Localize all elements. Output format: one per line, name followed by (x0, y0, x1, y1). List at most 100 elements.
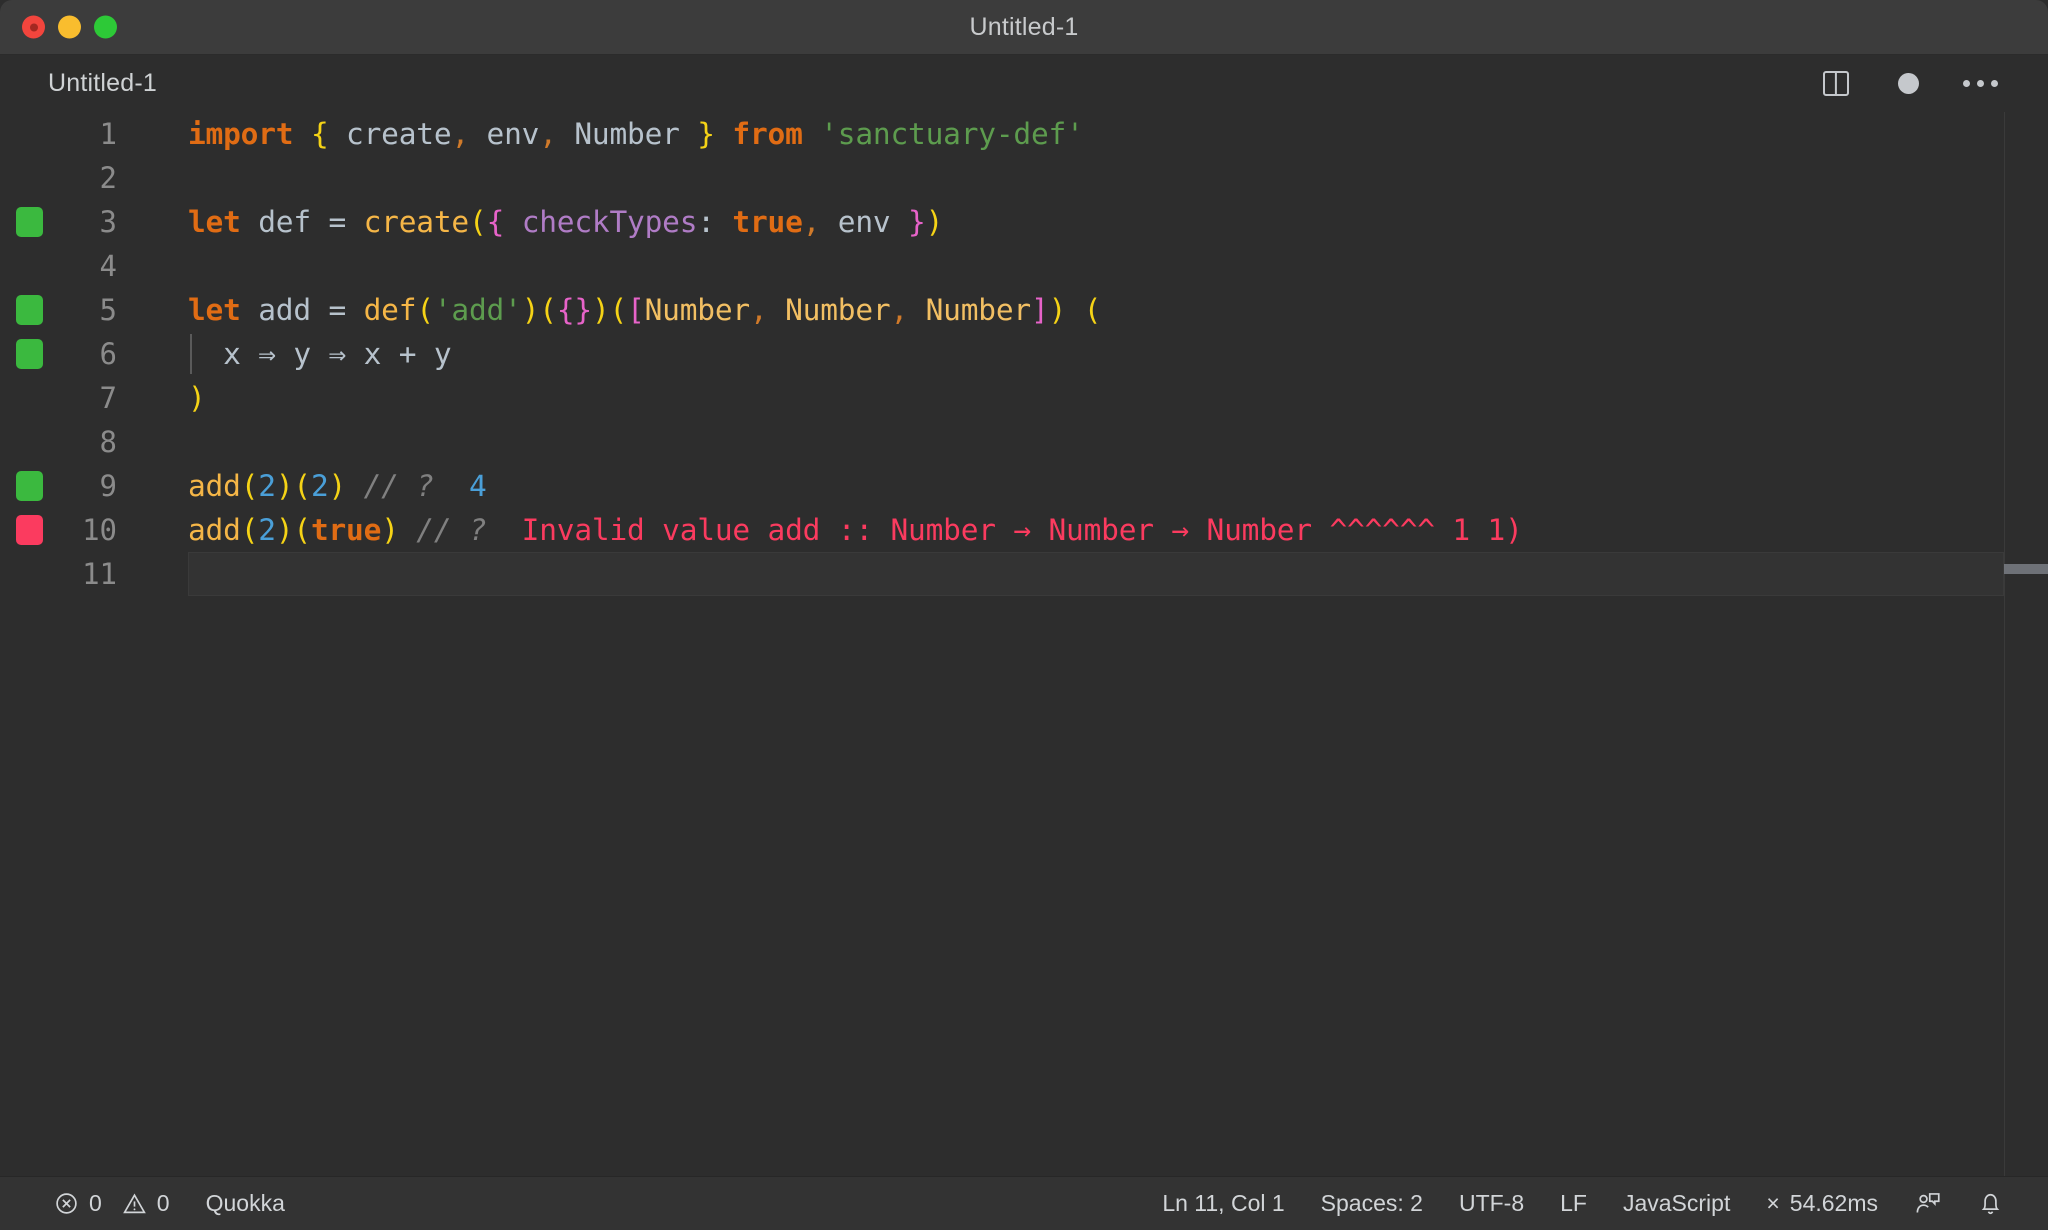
split-editor-button[interactable] (1816, 64, 1856, 104)
tab-untitled-1[interactable]: Untitled-1 (48, 69, 157, 98)
code-token: {} (556, 293, 592, 327)
scrollbar-slider[interactable] (2004, 564, 2048, 574)
code-token: ) (328, 469, 347, 503)
code-token: [ (627, 293, 645, 327)
quokka-timing-item[interactable]: × 54.62ms (1748, 1190, 1896, 1217)
code-line[interactable]: 11 (0, 552, 2048, 596)
code-token: ( (416, 293, 434, 327)
error-count: 0 (89, 1190, 102, 1216)
code-line[interactable]: 2 (0, 156, 2048, 200)
code-editor[interactable]: 1 import { create, env, Number } from 'sa… (0, 112, 2048, 1176)
warning-triangle-icon (122, 1191, 147, 1216)
eol-item[interactable]: LF (1542, 1190, 1605, 1217)
code-token: create (328, 117, 452, 151)
code-token: add (188, 469, 241, 503)
vscode-window: Untitled-1 Untitled-1 1 import { create, … (0, 0, 2048, 1230)
code-line-content[interactable]: let def = create({ checkTypes: true, env… (135, 200, 943, 244)
line-number: 1 (99, 117, 117, 151)
code-line-content[interactable]: let add = def('add')({})([Number, Number… (135, 288, 1101, 332)
close-window-button[interactable] (22, 15, 45, 39)
code-line[interactable]: 4 (0, 244, 2048, 288)
code-token: env (820, 205, 909, 239)
code-token: true (310, 513, 382, 547)
code-token: env (469, 117, 540, 151)
code-token: = (328, 293, 347, 327)
code-line[interactable]: 9 add(2)(2) // ? 4 (0, 464, 2048, 508)
code-line-content[interactable]: add(2)(true) // ? Invalid value add :: N… (135, 508, 1523, 552)
code-token: ( (1083, 293, 1102, 327)
line-number: 11 (82, 557, 117, 591)
feedback-item[interactable] (1896, 1190, 1959, 1217)
code-token: // ? (346, 469, 434, 503)
error-circle-icon (54, 1191, 79, 1216)
code-token: ) (591, 293, 610, 327)
code-token: import (188, 117, 294, 151)
code-token: } (697, 117, 715, 151)
tab-actions (1816, 64, 2022, 104)
code-line[interactable]: 5 let add = def('add')({})([Number, Numbe… (0, 288, 2048, 332)
indentation-item[interactable]: Spaces: 2 (1303, 1190, 1441, 1217)
quokka-coverage-ok-icon (16, 207, 43, 237)
code-line-content[interactable]: import { create, env, Number } from 'san… (135, 112, 1084, 156)
code-token: ⇒ (258, 337, 276, 371)
split-editor-icon (1823, 71, 1849, 96)
code-line[interactable]: 6 x ⇒ y ⇒ x + y (0, 332, 2048, 376)
maximize-window-button[interactable] (94, 15, 117, 39)
problems-status-item[interactable]: 0 0 (36, 1190, 188, 1217)
line-number: 7 (99, 381, 117, 415)
code-token: ) (275, 469, 294, 503)
quokka-status-item[interactable]: Quokka (188, 1190, 303, 1217)
code-token: , (890, 293, 909, 327)
code-token: Number (556, 117, 698, 151)
code-token: y (275, 337, 329, 371)
code-token: from (732, 117, 803, 151)
code-token: checkTypes (521, 205, 698, 239)
quokka-coverage-ok-icon (16, 295, 43, 325)
code-line[interactable]: 8 (0, 420, 2048, 464)
code-token: ) (381, 513, 399, 547)
minimize-window-button[interactable] (58, 15, 81, 39)
circle-filled-icon (1897, 73, 1919, 94)
ellipsis-icon (1962, 80, 1998, 87)
window-title: Untitled-1 (969, 12, 1079, 41)
unsaved-indicator-button[interactable] (1888, 64, 1928, 104)
indentation-label: Spaces: 2 (1320, 1190, 1423, 1216)
more-actions-button[interactable] (1960, 64, 2000, 104)
window-controls (22, 15, 117, 39)
code-line-content[interactable]: ) (135, 376, 206, 420)
code-token: { (486, 205, 505, 239)
code-token: ( (293, 469, 311, 503)
code-token: ) (925, 205, 944, 239)
code-token: let (188, 293, 241, 327)
code-token: add (240, 293, 329, 327)
notifications-item[interactable] (1959, 1190, 2022, 1217)
line-number: 8 (99, 425, 117, 459)
code-token: 2 (258, 469, 276, 503)
code-token: } (908, 205, 926, 239)
encoding-item[interactable]: UTF-8 (1441, 1190, 1542, 1217)
code-token: + (398, 337, 417, 371)
code-token: ] (1031, 293, 1049, 327)
code-line[interactable]: 10 add(2)(true) // ? Invalid value add ::… (0, 508, 2048, 552)
code-token: create (363, 205, 470, 239)
code-line-content[interactable]: add(2)(2) // ? 4 (135, 464, 487, 508)
code-token: 'add' (433, 293, 522, 327)
code-token: ( (609, 293, 628, 327)
code-token: ) (521, 293, 540, 327)
code-token: add (188, 513, 241, 547)
cursor-position-item[interactable]: Ln 11, Col 1 (1144, 1190, 1302, 1217)
cursor-position-label: Ln 11, Col 1 (1162, 1190, 1285, 1216)
code-token: // ? (398, 513, 487, 547)
code-token: x (188, 337, 259, 371)
code-line[interactable]: 1 import { create, env, Number } from 'sa… (0, 112, 2048, 156)
line-number: 2 (99, 161, 117, 195)
code-token: , (539, 117, 557, 151)
code-token: ( (539, 293, 557, 327)
overview-ruler[interactable] (2004, 112, 2048, 1176)
code-line[interactable]: 7) (0, 376, 2048, 420)
code-line[interactable]: 3 let def = create({ checkTypes: true, en… (0, 200, 2048, 244)
code-line-content[interactable]: x ⇒ y ⇒ x + y (135, 332, 452, 376)
language-mode-item[interactable]: JavaScript (1605, 1190, 1748, 1217)
